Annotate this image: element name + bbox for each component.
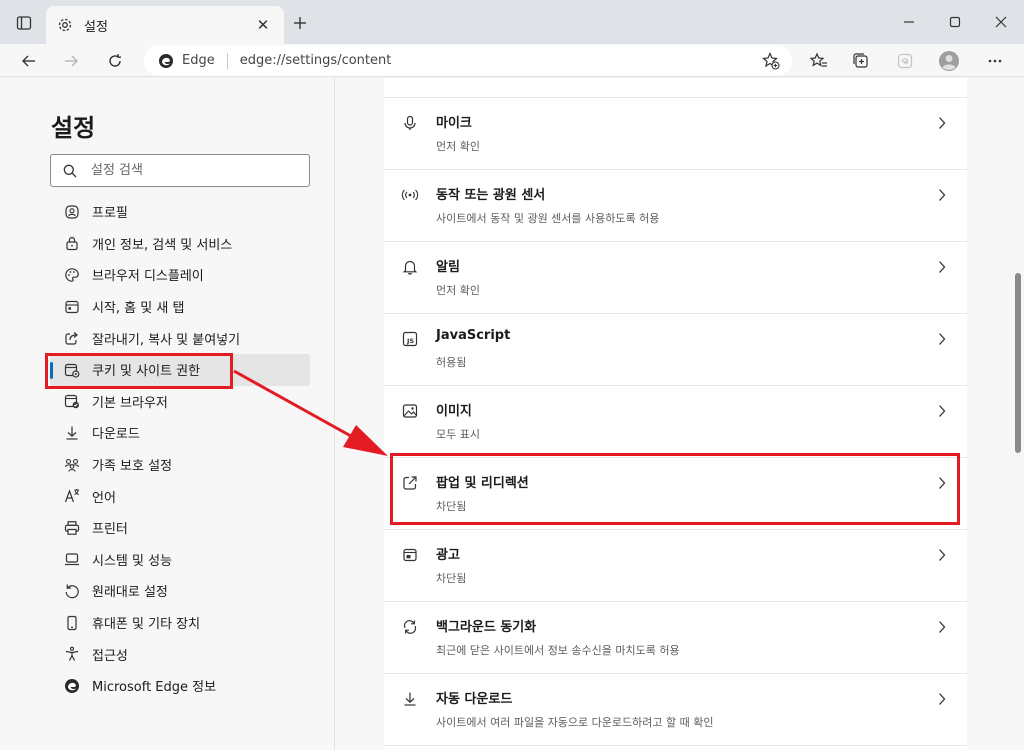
annotation-arrow [233,369,388,456]
